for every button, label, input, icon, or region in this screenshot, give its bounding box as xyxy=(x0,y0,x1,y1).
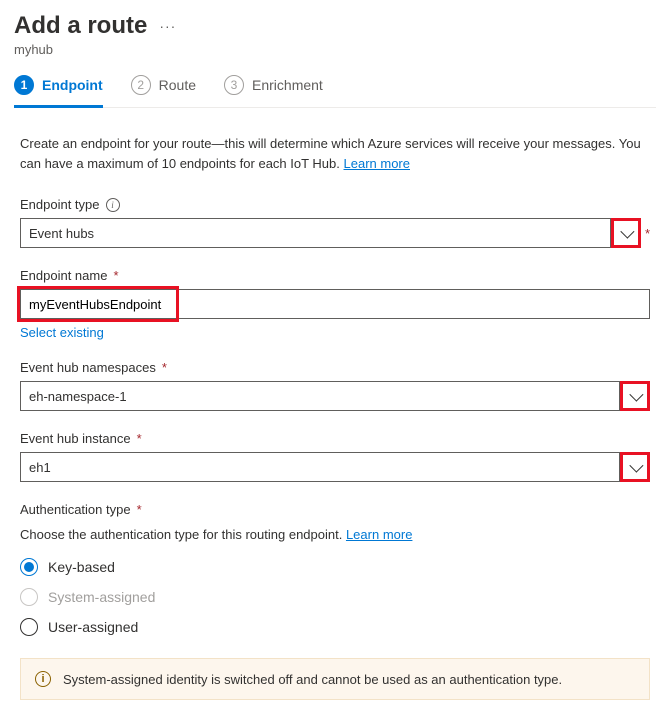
radio-icon xyxy=(20,588,38,606)
wizard-tabs: 1 Endpoint 2 Route 3 Enrichment xyxy=(14,75,656,108)
chevron-down-icon xyxy=(620,225,634,239)
radio-system-assigned: System-assigned xyxy=(20,588,650,606)
page-header: Add a route ··· myhub xyxy=(14,12,656,57)
label-endpoint-name: Endpoint name xyxy=(20,268,107,283)
instance-value: eh1 xyxy=(29,460,51,475)
form-content: Create an endpoint for your route—this w… xyxy=(14,108,656,700)
tab-route[interactable]: 2 Route xyxy=(131,75,196,108)
tab-label: Enrichment xyxy=(252,77,323,93)
tab-label: Endpoint xyxy=(42,77,103,93)
endpoint-type-select[interactable]: Event hubs xyxy=(20,218,611,248)
field-endpoint-name: Endpoint name * Select existing xyxy=(20,268,650,340)
auth-learn-more-link[interactable]: Learn more xyxy=(346,527,412,542)
auth-desc-text: Choose the authentication type for this … xyxy=(20,527,342,542)
namespace-value: eh-namespace-1 xyxy=(29,389,127,404)
intro-text: Create an endpoint for your route—this w… xyxy=(20,134,650,173)
endpoint-type-value: Event hubs xyxy=(29,226,94,241)
instance-chevron[interactable] xyxy=(620,452,650,482)
field-namespace: Event hub namespaces * eh-namespace-1 xyxy=(20,360,650,411)
radio-label: System-assigned xyxy=(48,589,155,605)
auth-description: Choose the authentication type for this … xyxy=(20,527,650,542)
radio-icon xyxy=(20,558,38,576)
step-number: 1 xyxy=(14,75,34,95)
required-marker: * xyxy=(137,502,142,517)
field-endpoint-type: Endpoint type i Event hubs * xyxy=(20,197,650,248)
required-marker: * xyxy=(137,431,142,446)
learn-more-link[interactable]: Learn more xyxy=(344,156,410,171)
field-auth-type: Authentication type * Choose the authent… xyxy=(20,502,650,636)
step-number: 3 xyxy=(224,75,244,95)
intro-body: Create an endpoint for your route—this w… xyxy=(20,136,641,171)
chevron-down-icon xyxy=(629,388,643,402)
required-marker: * xyxy=(113,268,118,283)
info-banner: i System-assigned identity is switched o… xyxy=(20,658,650,700)
auth-radio-group: Key-based System-assigned User-assigned xyxy=(20,558,650,636)
tab-endpoint[interactable]: 1 Endpoint xyxy=(14,75,103,108)
info-icon[interactable]: i xyxy=(106,198,120,212)
select-existing-link[interactable]: Select existing xyxy=(20,325,104,340)
page-title: Add a route xyxy=(14,12,147,40)
required-marker: * xyxy=(162,360,167,375)
label-namespace: Event hub namespaces xyxy=(20,360,156,375)
field-instance: Event hub instance * eh1 xyxy=(20,431,650,482)
more-menu-icon[interactable]: ··· xyxy=(159,18,176,34)
step-number: 2 xyxy=(131,75,151,95)
label-instance: Event hub instance xyxy=(20,431,131,446)
radio-icon xyxy=(20,618,38,636)
radio-key-based[interactable]: Key-based xyxy=(20,558,650,576)
radio-user-assigned[interactable]: User-assigned xyxy=(20,618,650,636)
label-endpoint-type: Endpoint type xyxy=(20,197,100,212)
tab-label: Route xyxy=(159,77,196,93)
radio-label: User-assigned xyxy=(48,619,138,635)
radio-label: Key-based xyxy=(48,559,115,575)
endpoint-name-input[interactable] xyxy=(20,289,650,319)
required-marker: * xyxy=(645,226,650,241)
tab-enrichment[interactable]: 3 Enrichment xyxy=(224,75,323,108)
label-auth-type: Authentication type xyxy=(20,502,131,517)
instance-select[interactable]: eh1 xyxy=(20,452,620,482)
endpoint-type-chevron[interactable] xyxy=(611,218,641,248)
chevron-down-icon xyxy=(629,459,643,473)
warning-icon: i xyxy=(35,671,51,687)
resource-name: myhub xyxy=(14,42,656,57)
namespace-chevron[interactable] xyxy=(620,381,650,411)
namespace-select[interactable]: eh-namespace-1 xyxy=(20,381,620,411)
banner-text: System-assigned identity is switched off… xyxy=(63,672,562,687)
